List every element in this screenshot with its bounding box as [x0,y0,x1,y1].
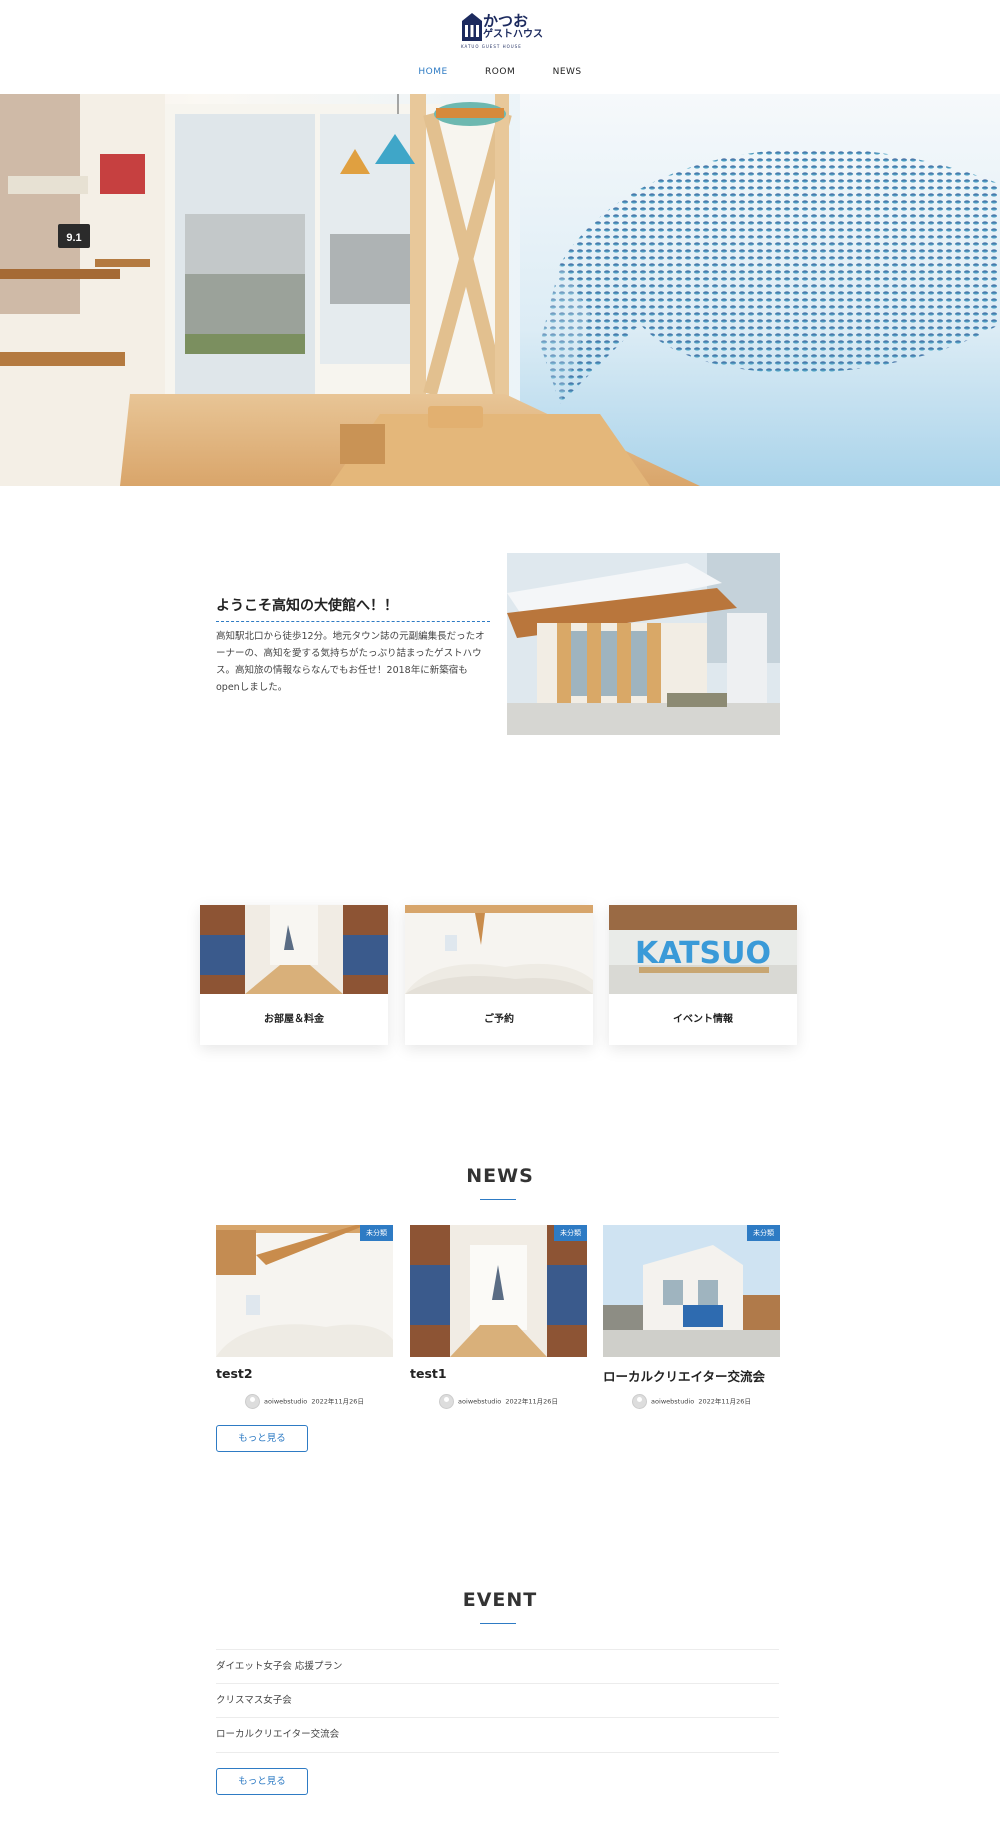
news-item-1-image[interactable]: 未分類 [216,1225,393,1357]
card-reservation-label: ご予約 [484,1014,514,1025]
hero-room-illustration: 9.1 [0,94,1000,486]
news-item-3-meta: aoiwebstudio 2022年11月26日 [603,1394,780,1409]
katsuo-sign-illustration: KATSUO [609,905,797,994]
event-heading-underline [480,1623,516,1624]
event-item-2[interactable]: クリスマス女子会 [216,1683,779,1718]
rooms-illustration [200,905,388,994]
card-rooms-image [200,905,388,994]
news-1-illustration [216,1225,393,1357]
event-item-1[interactable]: ダイエット女子会 応援プラン [216,1649,779,1684]
hero-board-number: 9.1 [66,232,81,244]
news-item-3-title[interactable]: ローカルクリエイター交流会 [603,1366,780,1385]
news-2-illustration [410,1225,587,1357]
news-item-2-badge: 未分類 [554,1225,587,1241]
news-item-3-badge: 未分類 [747,1225,780,1241]
event-more-button[interactable]: もっと見る [216,1768,308,1795]
event-heading: EVENT [462,1589,538,1611]
card-events[interactable]: KATSUO イベント情報 [609,905,797,1045]
nav-room[interactable]: ROOM [485,67,515,77]
event-item-3[interactable]: ローカルクリエイター交流会 [216,1717,779,1753]
news-heading: NEWS [466,1165,534,1187]
card-events-image: KATSUO [609,905,797,994]
welcome-heading: ようこそ高知の大使館へ！！ [216,595,490,622]
news-item-2-image[interactable]: 未分類 [410,1225,587,1357]
news-heading-underline [480,1199,516,1200]
news-3-illustration [603,1225,780,1357]
author-avatar [439,1394,455,1409]
news-item-2-title[interactable]: test1 [410,1366,587,1381]
news-item-1-title[interactable]: test2 [216,1366,393,1381]
news-item-2-author[interactable]: aoiwebstudio [458,1398,501,1406]
news-item-3-image[interactable]: 未分類 [603,1225,780,1357]
bed-illustration [405,905,593,994]
hero-image: 9.1 [0,94,1000,486]
nav-news[interactable]: NEWS [553,67,582,77]
house-logo-icon [462,13,482,41]
news-item-1-author[interactable]: aoiwebstudio [264,1398,307,1406]
katsuo-sign-text: KATSUO [635,936,771,971]
author-avatar [245,1394,261,1409]
exterior-illustration [507,553,780,735]
card-reservation[interactable]: ご予約 [405,905,593,1045]
site-logo[interactable]: かつお ゲストハウス KATUO GUEST HOUSE [461,12,543,50]
welcome-text: 高知駅北口から徒歩12分。地元タウン誌の元副編集長だったオーナーの、高知を愛する… [216,631,485,693]
card-events-label: イベント情報 [673,1014,733,1025]
news-item-1-date: 2022年11月26日 [311,1397,364,1406]
news-item-3-date: 2022年11月26日 [698,1397,751,1406]
logo-main-text: かつお [483,12,529,30]
news-more-button[interactable]: もっと見る [216,1425,308,1452]
nav-home[interactable]: HOME [418,67,447,77]
logo-tagline: KATUO GUEST HOUSE [461,44,522,49]
guesthouse-exterior-image [507,553,780,735]
card-reservation-image [405,905,593,994]
news-item-2-date: 2022年11月26日 [505,1397,558,1406]
card-rooms-label: お部屋＆料金 [264,1014,324,1025]
card-rooms[interactable]: お部屋＆料金 [200,905,388,1045]
main-nav: HOME ROOM NEWS [0,67,1000,77]
logo-sub-text: ゲストハウス [483,29,543,40]
author-avatar [632,1394,648,1409]
news-item-1-meta: aoiwebstudio 2022年11月26日 [216,1394,393,1409]
news-item-3-author[interactable]: aoiwebstudio [651,1398,694,1406]
news-item-1-badge: 未分類 [360,1225,393,1241]
news-item-2-meta: aoiwebstudio 2022年11月26日 [410,1394,587,1409]
